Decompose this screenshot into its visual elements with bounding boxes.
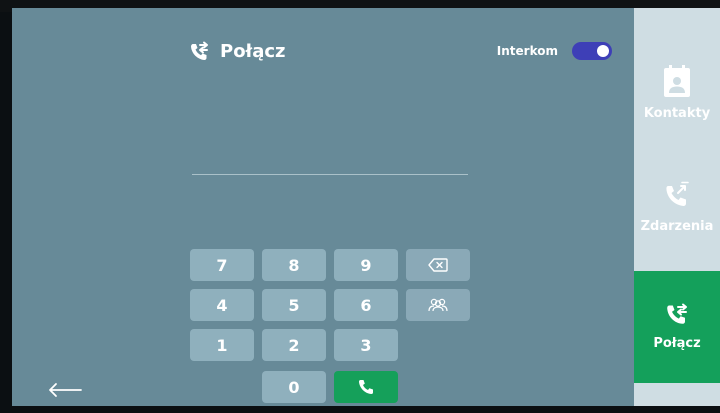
sidebar-item-kontakty[interactable]: Kontakty [634,64,720,122]
key-3[interactable]: 3 [334,329,398,361]
page-header: Połącz [188,37,286,67]
phone-icon [359,380,373,394]
group-button[interactable] [406,289,470,321]
key-2[interactable]: 2 [262,329,326,361]
key-5[interactable]: 5 [262,289,326,321]
interkom-toggle[interactable] [572,42,612,60]
sidebar: Kontakty Zdarzenia Połącz [634,8,720,406]
key-4[interactable]: 4 [190,289,254,321]
main-panel: Połącz Interkom 7 8 9 4 5 6 1 2 3 0 [12,8,634,406]
key-7[interactable]: 7 [190,249,254,281]
backspace-button[interactable] [406,249,470,281]
call-forward-icon [188,41,210,63]
sidebar-item-label: Kontakty [643,106,711,121]
sidebar-item-polacz[interactable]: Połącz [634,271,720,383]
call-button[interactable] [334,371,398,403]
sidebar-item-zdarzenia[interactable]: Zdarzenia [634,181,720,235]
interkom-label: Interkom [496,44,558,58]
group-icon [428,298,448,312]
call-log-icon [666,181,689,206]
sidebar-item-label: Zdarzenia [640,219,714,234]
call-forward-icon [667,303,687,324]
sidebar-item-label: Połącz [653,336,701,351]
key-8[interactable]: 8 [262,249,326,281]
key-0[interactable]: 0 [262,371,326,403]
interkom-control: Interkom [497,42,612,60]
key-6[interactable]: 6 [334,289,398,321]
number-input-line[interactable] [192,174,468,175]
toggle-knob [597,45,609,57]
backspace-icon [428,258,448,272]
page-title: Połącz [220,41,286,62]
back-button[interactable] [45,377,85,403]
key-9[interactable]: 9 [334,249,398,281]
contact-card-icon [664,65,690,97]
key-1[interactable]: 1 [190,329,254,361]
sidebar-item-content: Połącz [634,302,720,352]
arrow-left-icon [49,383,82,397]
